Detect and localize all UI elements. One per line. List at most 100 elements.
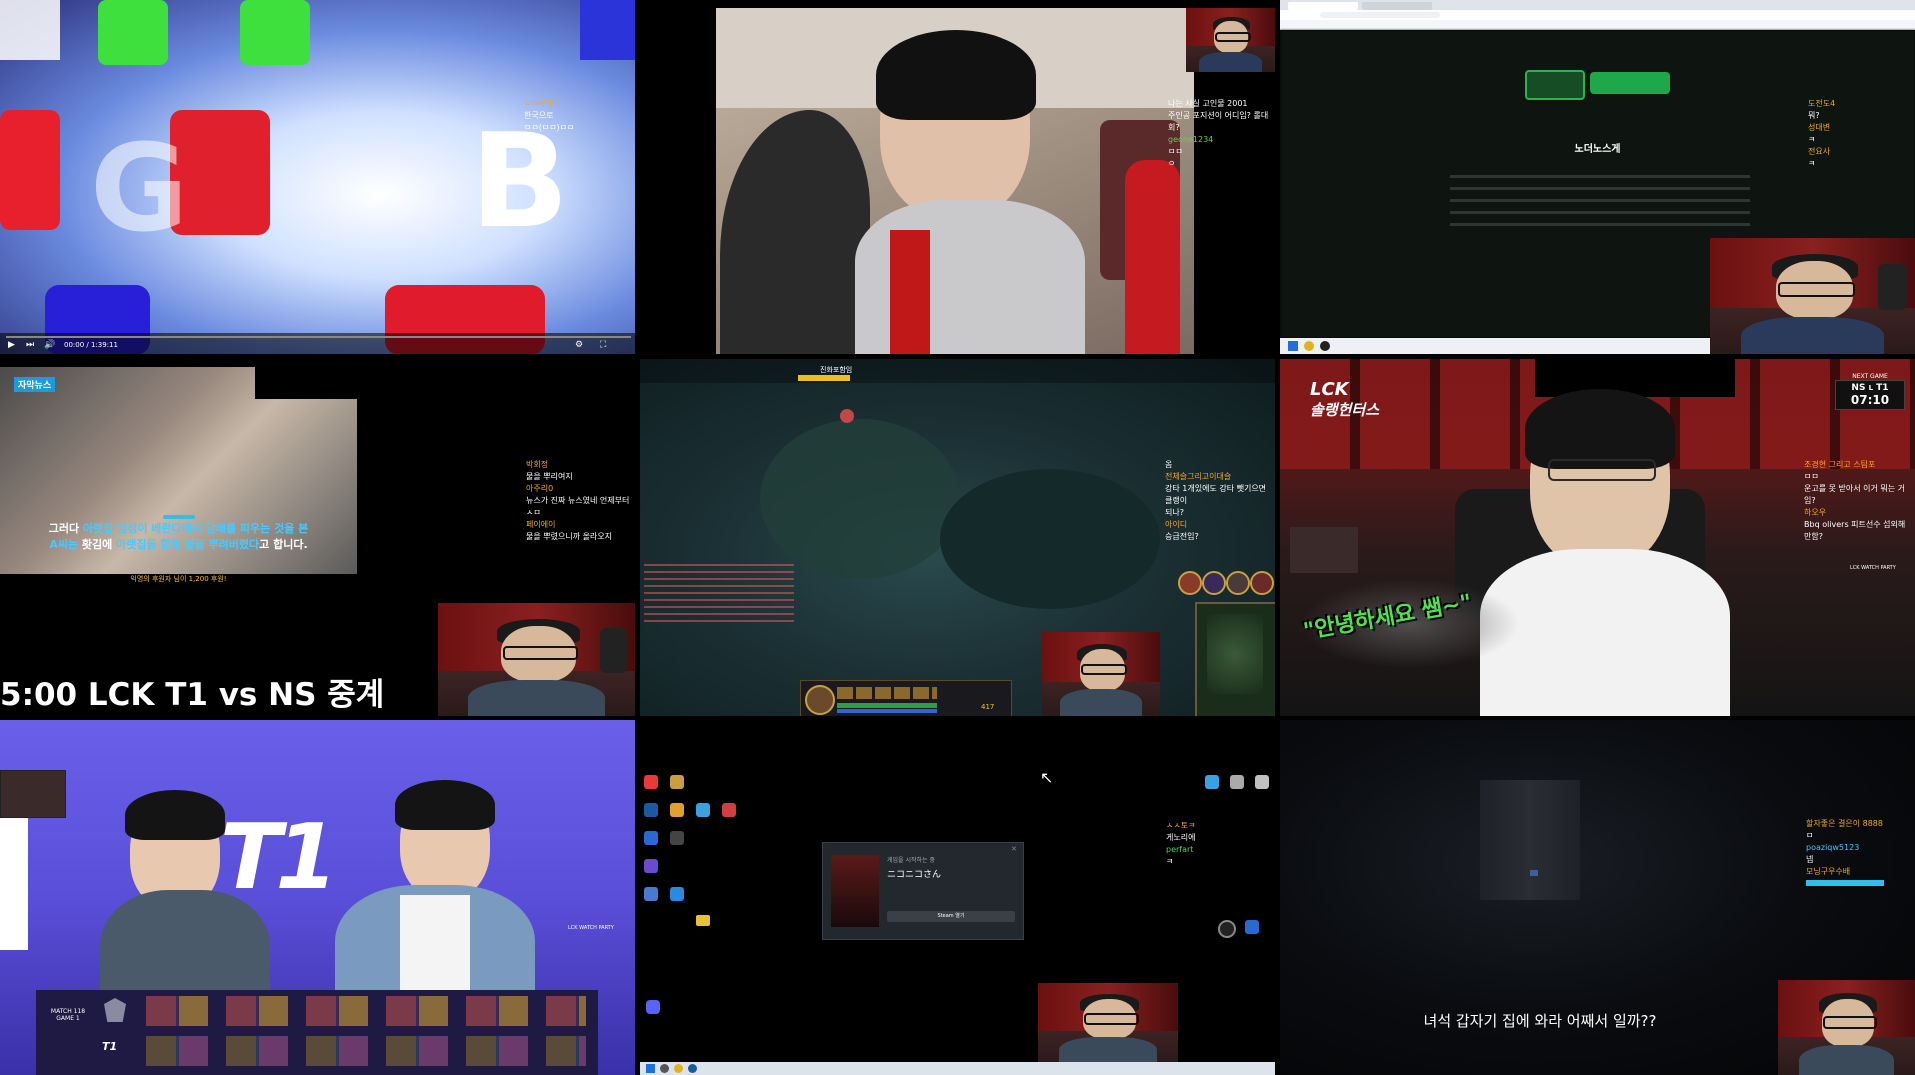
ability-bar[interactable]: 417 xyxy=(800,680,1012,716)
subtitle-text: 그러다 xyxy=(48,522,83,535)
donation-alert: 익명의 후원자 님이 1,200 후원! xyxy=(130,575,227,583)
folder-icon[interactable] xyxy=(696,915,710,926)
chat-username: 전체슬그리고이대슬 xyxy=(1165,472,1232,481)
start-icon[interactable] xyxy=(646,1064,655,1073)
team-a: NS xyxy=(1851,383,1866,393)
next-icon[interactable]: ⏭ xyxy=(26,340,34,350)
video-tile-2[interactable]: 나는 사실 고인물 2001 주인공 포지션이 어디임? 롤대회? geone1… xyxy=(640,0,1275,354)
steam-taskbar-icon[interactable] xyxy=(688,1064,697,1073)
chat-message: 주인공 포지션이 어디임? 롤대회? xyxy=(1168,111,1269,132)
video-tile-4[interactable]: 자막뉴스 그러다 아랫집 남성이 베란다에서 담배를 피우는 것을 본 A씨는 … xyxy=(0,359,635,716)
volume-icon[interactable]: 🔊 xyxy=(44,340,55,350)
roblox-icon[interactable] xyxy=(644,887,658,901)
chat-overlay: 나는 사실 고인물 2001 주인공 포지션이 어디임? 롤대회? geone1… xyxy=(1168,98,1273,170)
video-tile-9[interactable]: 할자좋은 결은이 8888 ㅁ poaziqw5123 넵 모닝구우수배 녀석 … xyxy=(1280,720,1915,1075)
chat-overlay: 조경현 그리고 스팀포 ㅁㅁ 운고를 못 받아서 이거 뭐는 거임? 하오우 B… xyxy=(1804,459,1912,543)
chat-message: ㅋ xyxy=(1166,857,1174,866)
streamer-webcam xyxy=(1290,527,1358,573)
champion xyxy=(840,409,854,423)
close-icon[interactable]: ✕ xyxy=(1011,845,1017,853)
maple-icon[interactable] xyxy=(670,803,684,817)
desktop-icon-grid xyxy=(644,775,764,945)
chat-message: 승급전임? xyxy=(1165,532,1199,541)
fullscreen-icon[interactable]: ⛶ xyxy=(600,340,606,350)
chat-message: ㅇ xyxy=(1168,159,1176,168)
blurred-button[interactable] xyxy=(1590,72,1670,94)
minimap[interactable] xyxy=(1195,602,1275,716)
blurred-button[interactable] xyxy=(1525,70,1585,100)
app-icon[interactable] xyxy=(670,831,684,845)
chat-message: ㅋ xyxy=(1808,135,1816,144)
app-icon[interactable] xyxy=(670,887,684,901)
app-icon[interactable] xyxy=(1230,775,1244,789)
chat-message: Bbq olivers 피트선수 섭외해만함? xyxy=(1804,520,1906,541)
chat-username: 페이에이 xyxy=(526,520,556,529)
chat-message: 물을 뿌렸으니까 올라오지 xyxy=(526,532,613,541)
app-icon[interactable] xyxy=(644,859,658,873)
ns-team-icon xyxy=(104,998,126,1022)
streamer-webcam xyxy=(1778,980,1915,1075)
watch-party-label: LCK WATCH PARTY xyxy=(1850,565,1896,571)
game-cover xyxy=(831,855,879,927)
chat-username: 아주리0 xyxy=(526,484,554,493)
draft-board: MATCH 118 GAME 1 T1 xyxy=(36,990,598,1075)
chat-message: 운고를 못 받아서 이거 뭐는 거임? xyxy=(1804,484,1906,505)
chat-message: 뉴스가 진짜 뉴스였네 언제부터 ㅅㅁ xyxy=(526,496,630,517)
next-game-label: NEXT GAME xyxy=(1852,373,1888,380)
show-logo-lck: LCK xyxy=(1310,379,1349,400)
chat-username: 모닝구우수배 xyxy=(1806,867,1851,876)
chat-username: 아이디 xyxy=(1165,520,1188,529)
app-icon[interactable] xyxy=(1245,920,1259,934)
show-logo-title: 솔랭헌터스 xyxy=(1310,401,1380,419)
obs-icon[interactable] xyxy=(1218,920,1236,938)
cursor-icon: ↖ xyxy=(1040,768,1054,787)
league-icon[interactable] xyxy=(670,775,684,789)
app-icon[interactable] xyxy=(1205,775,1219,789)
recycle-bin-icon[interactable] xyxy=(1255,775,1269,789)
discord-icon[interactable] xyxy=(646,1000,660,1014)
browser-address-bar[interactable] xyxy=(1280,10,1915,20)
chat-username: 조경현 그리고 스팀포 xyxy=(1804,460,1876,469)
app-icon[interactable] xyxy=(696,803,710,817)
chat-message: 한국으로 xyxy=(524,111,554,120)
game-launch-dialog: 게임을 시작하는 중 ニコニコさん ✕ Steam 열기 xyxy=(822,842,1024,940)
chat-message: 옴 xyxy=(1165,460,1173,469)
subtitle-text: 고 합니다. xyxy=(259,538,308,551)
hallway-light xyxy=(1530,870,1538,876)
subtitle-highlight: 아랫집을 향해 물을 뿌려버렸다 xyxy=(116,538,260,551)
donation-bar xyxy=(1806,880,1884,886)
chat-message: 뭐? xyxy=(1808,111,1820,120)
chrome-icon[interactable] xyxy=(674,1064,683,1073)
riot-client-icon[interactable] xyxy=(644,775,658,789)
streamer-webcam xyxy=(1038,983,1178,1063)
video-tile-1[interactable]: G B ▶ ⏭ 🔊 00:00 / 1:39:11 ⚙ ⛶ ㅁㅁ유저 한국으로 … xyxy=(0,0,635,354)
chat-message: 되나? xyxy=(1165,508,1184,517)
steam-icon[interactable] xyxy=(644,803,658,817)
video-tile-6[interactable]: LCK 솔랭헌터스 NEXT GAME NS L T1 07:10 "안녕하세요… xyxy=(1280,359,1915,716)
team-b: T1 xyxy=(1876,383,1889,393)
chat-message: 물을 뿌리여지 xyxy=(526,472,573,481)
video-tile-8[interactable]: 게임을 시작하는 중 ニコニコさん ✕ Steam 열기 ↖ ㅅㅅ토ㅋ 게노리에… xyxy=(640,720,1275,1075)
chat-overlay: ㅅㅅ토ㅋ 게노리에 perfart ㅋ xyxy=(1166,820,1216,868)
objective-label: 진화포함임 xyxy=(820,366,853,374)
video-tile-7[interactable]: T1 LCK WATCH PARTY MATCH 118 GAME 1 T1 xyxy=(0,720,635,1075)
chat-username: 할자좋은 결은이 8888 xyxy=(1806,819,1883,828)
chat-overlay: 박회정 물을 뿌리여지 아주리0 뉴스가 진짜 뉴스였네 언제부터 ㅅㅁ 페이에… xyxy=(526,459,631,543)
play-icon[interactable]: ▶ xyxy=(8,340,15,350)
app-icon[interactable] xyxy=(722,803,736,817)
open-steam-button[interactable]: Steam 열기 xyxy=(887,911,1015,922)
game-number: GAME 1 xyxy=(56,1015,80,1022)
video-tile-3[interactable]: 노더노스게 도전도4 뭐? 성대변 ㅋ 전요사 ㅋ xyxy=(1280,0,1915,354)
search-icon[interactable] xyxy=(660,1064,669,1073)
battlenet-icon[interactable] xyxy=(644,831,658,845)
windows-taskbar xyxy=(640,1062,1275,1075)
settings-icon[interactable]: ⚙ xyxy=(575,340,583,350)
chat-overlay: 할자좋은 결은이 8888 ㅁ poaziqw5123 넵 모닝구우수배 xyxy=(1806,818,1906,886)
streamer-webcam xyxy=(1042,632,1160,716)
chat-username: perfart xyxy=(1166,845,1194,854)
video-tile-5[interactable]: 진화포함임 옴 전체슬그리고이대슬 강타 1개있에도 강타 뺏기으면 클랭이 되… xyxy=(640,359,1275,716)
news-subtitle: 그러다 아랫집 남성이 베란다에서 담배를 피우는 것을 본 A씨는 홧김에 아… xyxy=(0,521,357,553)
scoreboard-portraits xyxy=(1178,569,1275,597)
chat-username: 하오우 xyxy=(1804,508,1827,517)
chat-message: ㅁ xyxy=(1806,831,1814,840)
